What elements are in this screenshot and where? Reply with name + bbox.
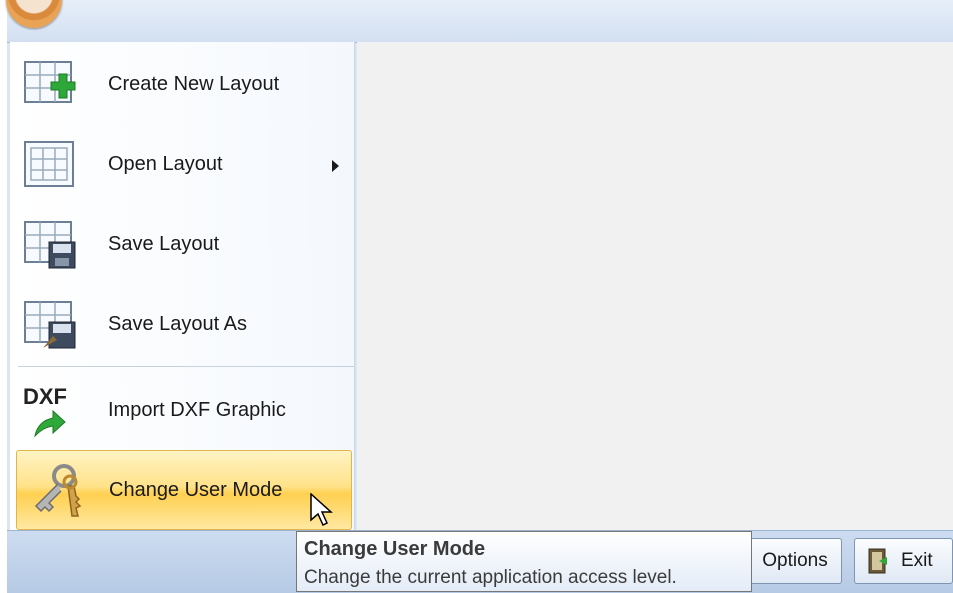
- menu-item-import-dxf-graphic[interactable]: DXF Import DXF Graphic: [10, 370, 354, 450]
- menu-item-open-layout[interactable]: Open Layout: [10, 124, 354, 204]
- menu-item-create-new-layout[interactable]: Create New Layout: [10, 44, 354, 124]
- exit-button[interactable]: Exit: [854, 538, 953, 584]
- menu-item-label: Import DXF Graphic: [108, 398, 286, 421]
- tooltip-body: Change the current application access le…: [304, 567, 677, 588]
- svg-text:DXF: DXF: [23, 384, 67, 409]
- grid-open-icon: [20, 137, 82, 191]
- keys-icon: [27, 463, 89, 517]
- menu-item-label: Open Layout: [108, 152, 223, 175]
- options-label: Options: [762, 550, 828, 571]
- options-button[interactable]: Options: [748, 538, 842, 584]
- grid-save-as-icon: [20, 297, 82, 351]
- application-menu: Create New Layout Open Layout Save Layou…: [10, 42, 355, 532]
- title-bar: [7, 0, 953, 43]
- menu-item-change-user-mode[interactable]: Change User Mode: [16, 450, 352, 530]
- grid-save-icon: [20, 217, 82, 271]
- menu-item-save-layout[interactable]: Save Layout: [10, 204, 354, 284]
- content-pane: [357, 42, 953, 530]
- menu-item-label: Create New Layout: [108, 72, 280, 95]
- submenu-arrow-icon: [332, 160, 339, 172]
- exit-door-icon: [868, 548, 887, 574]
- mouse-cursor-icon: [310, 493, 333, 527]
- menu-item-label: Save Layout: [108, 232, 220, 255]
- exit-label: Exit: [901, 550, 933, 571]
- menu-item-label: Change User Mode: [109, 478, 283, 501]
- menu-item-save-layout-as[interactable]: Save Layout As: [10, 284, 354, 364]
- menu-item-label: Save Layout As: [108, 312, 247, 335]
- tooltip: Change User Mode Change the current appl…: [296, 531, 752, 592]
- grid-add-icon: [20, 57, 82, 111]
- menu-separator: [18, 366, 354, 367]
- dxf-import-icon: DXF: [20, 383, 82, 438]
- tooltip-title: Change User Mode: [304, 538, 486, 560]
